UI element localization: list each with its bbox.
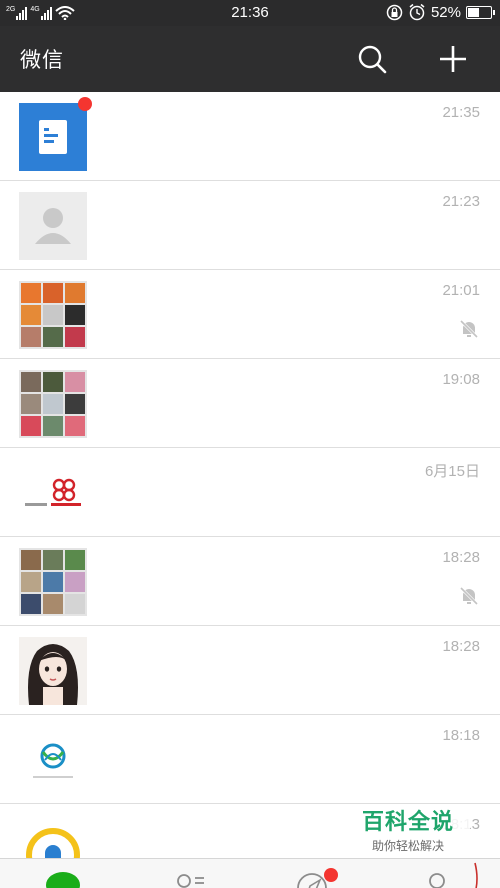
avatar-container (19, 548, 87, 616)
battery-level (468, 7, 479, 17)
add-icon[interactable] (436, 42, 470, 76)
default-person-icon (35, 208, 71, 244)
tab-discover[interactable] (250, 859, 375, 888)
tab-me[interactable] (370, 859, 500, 888)
tab-chats[interactable] (0, 859, 125, 888)
group-avatar (19, 370, 87, 438)
title-bar: 微信 (0, 26, 500, 92)
discover-tab-icon (297, 873, 327, 888)
watermark: 百科全说 助你轻松解决 (346, 808, 470, 860)
qq-style-logo (19, 815, 87, 858)
chat-time: 6月15日 (424, 463, 480, 480)
chat-time: 18:28 (442, 638, 480, 655)
battery-icon (466, 5, 495, 19)
discover-badge-dot (324, 868, 338, 882)
chat-time: 19:08 (442, 371, 480, 388)
knot-logo-icon (25, 478, 81, 506)
search-icon[interactable] (355, 42, 389, 76)
portrait-icon (28, 644, 78, 705)
avatar (19, 103, 87, 171)
avatar-container (19, 459, 87, 527)
globe-logo-icon (33, 743, 73, 778)
bell-logo-icon (26, 828, 80, 858)
chat-item[interactable]: 6月15日 (0, 448, 500, 537)
chat-time: 21:35 (442, 104, 480, 121)
contacts-tab-icon (177, 874, 204, 888)
mute-bell-icon (459, 586, 479, 606)
china-unicom-logo (19, 459, 87, 527)
avatar (19, 192, 87, 260)
chat-item[interactable]: 21:01 (0, 270, 500, 359)
chat-item[interactable]: 18:28 (0, 626, 500, 715)
avatar-container (19, 281, 87, 349)
avatar-container (19, 97, 92, 171)
chat-item[interactable]: 19:08 (0, 359, 500, 448)
chat-item[interactable]: 21:35 (0, 92, 500, 181)
avatar-container (19, 726, 87, 794)
document-icon (39, 120, 67, 154)
alarm-icon (409, 3, 425, 21)
chat-time: 21:01 (442, 282, 480, 299)
mute-bell-icon (459, 319, 479, 339)
status-right: 52% (386, 3, 495, 21)
status-bar: 2G 4G 21:36 52% (0, 0, 500, 26)
group-avatar (19, 548, 87, 616)
chat-time: 21:23 (442, 193, 480, 210)
unread-dot (78, 97, 92, 111)
rotation-lock-icon (386, 4, 403, 20)
group-avatar (19, 281, 87, 349)
china-mobile-logo (19, 726, 87, 794)
bottom-tab-bar (0, 858, 500, 888)
chat-item[interactable]: 21:23 (0, 181, 500, 270)
avatar-container (19, 815, 87, 858)
page-title: 微信 (20, 49, 64, 72)
me-tab-icon (370, 862, 478, 888)
avatar-container (19, 637, 87, 705)
chat-time: 18:28 (442, 549, 480, 566)
tab-contacts[interactable] (125, 859, 250, 888)
chat-item[interactable]: 18:28 (0, 537, 500, 626)
watermark-title: 百科全说 (361, 810, 454, 835)
battery-percent: 52% (430, 3, 461, 21)
avatar-container (19, 192, 87, 260)
chat-time: 18:18 (442, 727, 480, 744)
avatar-container (19, 370, 87, 438)
illustrated-girl-avatar (19, 637, 87, 705)
chat-list[interactable]: 21:35 21:23 21:01 19:08 6月15日 18:28 18:2… (0, 92, 500, 858)
watermark-subtitle: 助你轻松解决 (371, 839, 444, 853)
chat-item[interactable]: 18:18 (0, 715, 500, 804)
chats-tab-icon (46, 872, 80, 888)
